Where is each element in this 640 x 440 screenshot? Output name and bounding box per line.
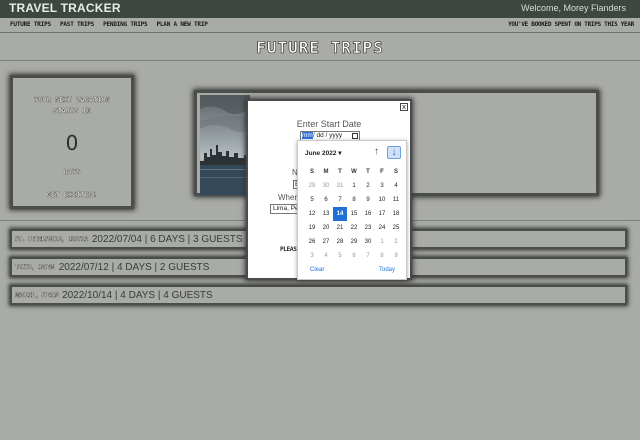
- day-cell[interactable]: 22: [347, 221, 361, 235]
- trip-info: 2022/07/04 | 6 DAYS | 3 GUESTS: [91, 233, 243, 245]
- title-divider: [0, 60, 640, 61]
- trip-row[interactable]: MADRID, SPAIN 2022/10/14 | 4 DAYS | 4 GU…: [10, 285, 627, 305]
- countdown-card: YOUR NEXT VACATION STARTS IN 0 DAYS GET …: [10, 75, 134, 209]
- day-cell[interactable]: 1: [375, 235, 389, 249]
- day-cell[interactable]: 1: [347, 179, 361, 193]
- day-cell[interactable]: 2: [361, 179, 375, 193]
- trip-info: 2022/10/14 | 4 DAYS | 4 GUESTS: [62, 289, 213, 301]
- day-cell[interactable]: 8: [375, 249, 389, 263]
- page-title: FUTURE TRIPS: [256, 38, 384, 58]
- day-cell[interactable]: 27: [319, 235, 333, 249]
- day-cell[interactable]: 4: [389, 179, 403, 193]
- nav-past-trips[interactable]: PAST TRIPS: [60, 21, 94, 28]
- countdown-label-line2: STARTS IN: [53, 107, 91, 115]
- countdown-label: YOUR NEXT VACATION STARTS IN: [13, 95, 131, 117]
- trip-destination: MADRID, SPAIN: [15, 291, 59, 299]
- day-cell[interactable]: 3: [305, 249, 319, 263]
- nav-links: FUTURE TRIPS PAST TRIPS PENDING TRIPS PL…: [10, 21, 208, 28]
- day-cell[interactable]: 11: [389, 193, 403, 207]
- day-cell[interactable]: 8: [347, 193, 361, 207]
- month-label: June 2022: [305, 150, 337, 157]
- weekday: W: [351, 169, 357, 175]
- dropdown-icon: ▾: [338, 150, 342, 157]
- welcome-message: Welcome, Morey Flanders: [521, 3, 626, 13]
- weekday: S: [309, 169, 314, 175]
- close-button[interactable]: x: [400, 103, 408, 111]
- clear-button[interactable]: Clear: [310, 267, 324, 273]
- day-cell[interactable]: 29: [347, 235, 361, 249]
- day-cell-today[interactable]: 14: [333, 207, 347, 221]
- day-cell[interactable]: 6: [347, 249, 361, 263]
- day-cell[interactable]: 16: [361, 207, 375, 221]
- day-cell[interactable]: 23: [361, 221, 375, 235]
- top-bar: TRAVEL TRACKER Welcome, Morey Flanders: [0, 0, 640, 18]
- day-cell[interactable]: 7: [361, 249, 375, 263]
- weekday: T: [338, 169, 342, 175]
- trip-destination: TOKYO, JAPAN: [15, 263, 55, 271]
- day-cell[interactable]: 9: [361, 193, 375, 207]
- week-row: 26 27 28 29 30 1 2: [305, 235, 403, 249]
- day-cell[interactable]: 7: [333, 193, 347, 207]
- countdown-status: GET EXCITED!: [46, 191, 98, 199]
- day-cell[interactable]: 29: [305, 179, 319, 193]
- trip-destination: ST. PETERSBURG, RUSSIA: [15, 235, 88, 243]
- day-cell[interactable]: 13: [319, 207, 333, 221]
- nav-future-trips[interactable]: FUTURE TRIPS: [10, 21, 51, 28]
- date-picker: June 2022 ▾ ↑ ↓ S M T W T F S 29 30 31 1…: [297, 140, 407, 280]
- month-select[interactable]: June 2022 ▾: [305, 149, 342, 157]
- week-row: 29 30 31 1 2 3 4: [305, 179, 403, 193]
- weekday: T: [366, 169, 370, 175]
- countdown-number: 0: [65, 131, 79, 155]
- app-brand: TRAVEL TRACKER: [9, 1, 121, 15]
- nav-plan-new-trip[interactable]: PLAN A NEW TRIP: [156, 21, 207, 28]
- day-cell[interactable]: 6: [319, 193, 333, 207]
- weekday: M: [323, 169, 329, 175]
- day-cell[interactable]: 18: [389, 207, 403, 221]
- week-row: 19 20 21 22 23 24 25: [305, 221, 403, 235]
- spent-summary: YOU'VE BOOKED SPENT ON TRIPS THIS YEAR: [508, 21, 634, 28]
- day-cell[interactable]: 19: [305, 221, 319, 235]
- date-rest-segment[interactable]: / dd / yyyy: [313, 132, 342, 139]
- day-cell[interactable]: 30: [361, 235, 375, 249]
- countdown-label-line1: YOUR NEXT VACATION: [34, 96, 110, 104]
- day-cell[interactable]: 20: [319, 221, 333, 235]
- day-cell[interactable]: 3: [375, 179, 389, 193]
- day-cell[interactable]: 9: [389, 249, 403, 263]
- week-row: 3 4 5 6 7 8 9: [305, 249, 403, 263]
- trip-info: 2022/07/12 | 4 DAYS | 2 GUESTS: [58, 261, 210, 273]
- day-cell[interactable]: 31: [333, 179, 347, 193]
- start-date-label: Enter Start Date: [296, 119, 362, 129]
- day-cell[interactable]: 5: [333, 249, 347, 263]
- weekday: S: [393, 169, 398, 175]
- weekday-header: S M T W T F S: [305, 165, 403, 179]
- destination-photo: [200, 95, 250, 195]
- week-row: 5 6 7 8 9 10 11: [305, 193, 403, 207]
- arrow-up-icon[interactable]: ↑: [374, 147, 379, 157]
- nav-bar: FUTURE TRIPS PAST TRIPS PENDING TRIPS PL…: [0, 18, 640, 33]
- countdown-unit: DAYS: [63, 168, 81, 176]
- day-cell[interactable]: 10: [375, 193, 389, 207]
- day-cell[interactable]: 5: [305, 193, 319, 207]
- destination-label: Wher: [278, 193, 298, 202]
- today-button[interactable]: Today: [379, 267, 395, 273]
- day-cell[interactable]: 25: [389, 221, 403, 235]
- arrow-down-icon[interactable]: ↓: [387, 146, 401, 159]
- day-cell[interactable]: 15: [347, 207, 361, 221]
- calendar-icon[interactable]: [352, 133, 358, 139]
- weekday: F: [380, 169, 384, 175]
- day-cell[interactable]: 12: [305, 207, 319, 221]
- date-month-segment[interactable]: mm: [302, 132, 313, 139]
- day-cell[interactable]: 28: [333, 235, 347, 249]
- day-cell[interactable]: 26: [305, 235, 319, 249]
- day-cell[interactable]: 30: [319, 179, 333, 193]
- day-cell[interactable]: 21: [333, 221, 347, 235]
- calendar-grid: S M T W T F S 29 30 31 1 2 3 4 5 6 7 8 9…: [305, 165, 403, 263]
- nav-pending-trips[interactable]: PENDING TRIPS: [103, 21, 148, 28]
- day-cell[interactable]: 2: [389, 235, 403, 249]
- week-row: 12 13 14 15 16 17 18: [305, 207, 403, 221]
- day-cell[interactable]: 4: [319, 249, 333, 263]
- day-cell[interactable]: 24: [375, 221, 389, 235]
- day-cell[interactable]: 17: [375, 207, 389, 221]
